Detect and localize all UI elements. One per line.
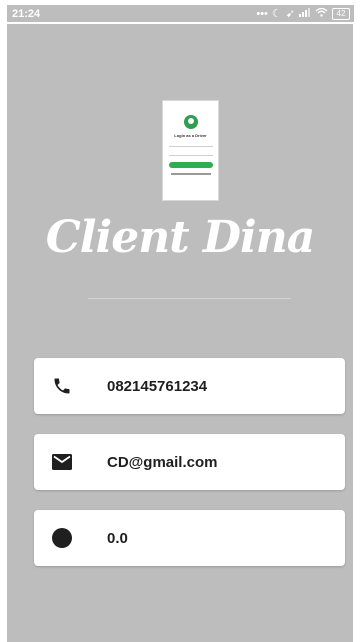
login-preview-image: Login as a Driver: [162, 100, 219, 201]
login-preview-footer: [170, 173, 211, 175]
login-preview-field-email: [168, 142, 213, 147]
frame-right: [353, 24, 360, 642]
login-preview-button: [168, 162, 213, 168]
signal-icon: [299, 7, 311, 20]
phone-value: 082145761234: [107, 377, 208, 395]
wifi-icon: [315, 7, 328, 20]
email-card[interactable]: CD@gmail.com: [34, 434, 345, 490]
mail-icon: [51, 451, 73, 473]
rating-card[interactable]: 0.0: [34, 510, 345, 566]
moon-icon: ☾: [271, 8, 282, 20]
brand-logo: Client Dina: [45, 212, 315, 263]
location-arrow-icon: ➹: [285, 8, 295, 20]
divider: [88, 298, 291, 299]
login-preview-field-password: [168, 151, 213, 156]
status-time: 21:24: [12, 8, 41, 20]
frame-left: [0, 24, 7, 642]
phone-icon: [51, 375, 73, 397]
circle-icon: [51, 527, 73, 549]
email-value: CD@gmail.com: [107, 453, 218, 471]
more-dots-icon: •••: [256, 7, 268, 20]
status-icons: ••• ☾ ➹ 42: [256, 7, 350, 20]
phone-card[interactable]: 082145761234: [34, 358, 345, 414]
login-preview-title: Login as a Driver: [174, 133, 207, 138]
rating-value: 0.0: [107, 529, 128, 547]
battery-icon: 42: [332, 7, 350, 20]
map-pin-icon: [183, 115, 198, 129]
